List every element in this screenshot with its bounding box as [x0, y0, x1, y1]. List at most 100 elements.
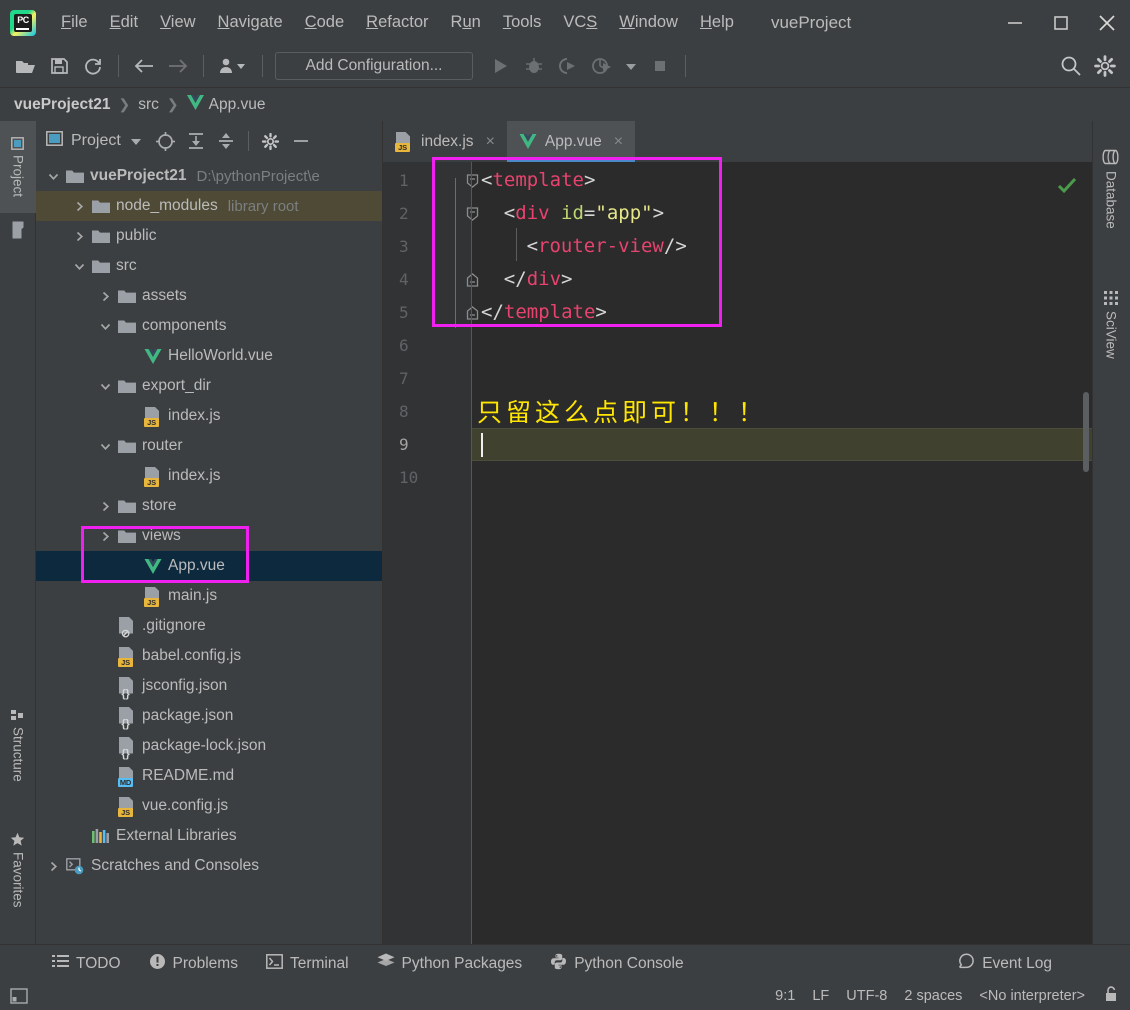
- chevron-right-icon[interactable]: [96, 281, 114, 311]
- unlocked-icon[interactable]: [1102, 985, 1120, 1008]
- tree-item-package-json[interactable]: {} package.json: [36, 701, 382, 731]
- tree-item-readme-md[interactable]: MD README.md: [36, 761, 382, 791]
- bottom-item-python-packages[interactable]: Python Packages: [363, 953, 537, 974]
- tree-item-store[interactable]: store: [36, 491, 382, 521]
- sidebar-item-structure[interactable]: Structure: [0, 691, 36, 799]
- indent-setting[interactable]: 2 spaces: [904, 988, 962, 1004]
- breadcrumb-project[interactable]: vueProject21: [14, 96, 111, 114]
- close-button[interactable]: [1084, 0, 1130, 45]
- menu-item-refactor[interactable]: Refactor: [355, 9, 439, 36]
- chevron-right-icon[interactable]: [70, 191, 88, 221]
- maximize-button[interactable]: [1038, 0, 1084, 45]
- debug-icon[interactable]: [517, 51, 551, 81]
- tree-item-public[interactable]: public: [36, 221, 382, 251]
- line-separator[interactable]: LF: [812, 988, 829, 1004]
- gear-icon[interactable]: [1088, 51, 1122, 81]
- green-check-icon[interactable]: [1056, 174, 1078, 201]
- chevron-down-icon[interactable]: [44, 161, 62, 191]
- menu-item-code[interactable]: Code: [294, 9, 355, 36]
- editor-tab-index-js[interactable]: JS index.js ×: [383, 121, 507, 162]
- hide-panel-icon[interactable]: [286, 127, 316, 155]
- run-icon[interactable]: [483, 51, 517, 81]
- menu-item-navigate[interactable]: Navigate: [207, 9, 294, 36]
- menu-item-file[interactable]: File: [50, 9, 99, 36]
- minimize-button[interactable]: [992, 0, 1038, 45]
- tree-item-helloworld-vue[interactable]: HelloWorld.vue: [36, 341, 382, 371]
- stop-icon[interactable]: [643, 51, 677, 81]
- tree-item-router[interactable]: router: [36, 431, 382, 461]
- menu-item-help[interactable]: Help: [689, 9, 745, 36]
- chevron-right-icon[interactable]: [96, 521, 114, 551]
- add-configuration-button[interactable]: Add Configuration...: [275, 52, 473, 80]
- tree-item-package-lock-json[interactable]: {} package-lock.json: [36, 731, 382, 761]
- editor-tab-app-vue[interactable]: App.vue ×: [506, 121, 636, 162]
- tree-item-src[interactable]: src: [36, 251, 382, 281]
- tree-item-app-vue[interactable]: App.vue: [36, 551, 382, 581]
- sidebar-item-database[interactable]: Database: [1092, 129, 1130, 249]
- project-folder-icon-rail[interactable]: [0, 213, 36, 247]
- code-editor[interactable]: 1 2 3 4 5 6 7 8 9 10 <template> <div id="app"> <rou…: [383, 162, 1092, 944]
- chevron-down-icon[interactable]: [70, 251, 88, 281]
- editor-vscrollbar[interactable]: [1083, 392, 1089, 472]
- profile-icon[interactable]: [585, 51, 619, 81]
- sidebar-item-project[interactable]: Project: [0, 121, 36, 213]
- menu-item-edit[interactable]: Edit: [99, 9, 149, 36]
- forward-icon[interactable]: [161, 51, 195, 81]
- tree-item-vueproject21[interactable]: vueProject21 D:\pythonProject\e: [36, 161, 382, 191]
- tree-item-assets[interactable]: assets: [36, 281, 382, 311]
- more-dropdown-icon[interactable]: [619, 51, 643, 81]
- menu-item-run[interactable]: Run: [440, 9, 492, 36]
- tree-item-node-modules[interactable]: node_modules library root: [36, 191, 382, 221]
- save-all-icon[interactable]: [42, 51, 76, 81]
- chevron-right-icon[interactable]: [44, 851, 62, 881]
- menu-item-view[interactable]: View: [149, 9, 206, 36]
- collapse-all-icon[interactable]: [211, 127, 241, 155]
- tree-item-export-dir[interactable]: export_dir: [36, 371, 382, 401]
- bottom-item-todo[interactable]: TODO: [38, 954, 135, 974]
- chevron-right-icon[interactable]: [70, 221, 88, 251]
- tree-item-vue-config-js[interactable]: JS vue.config.js: [36, 791, 382, 821]
- breadcrumb-file[interactable]: App.vue: [209, 96, 266, 114]
- bottom-item-terminal[interactable]: Terminal: [252, 953, 363, 974]
- search-icon[interactable]: [1054, 51, 1088, 81]
- expand-all-icon[interactable]: [181, 127, 211, 155]
- bottom-item-event-log[interactable]: Event Log: [944, 952, 1066, 975]
- breadcrumb-folder[interactable]: src: [138, 96, 159, 114]
- gear-icon[interactable]: [256, 127, 286, 155]
- back-icon[interactable]: [127, 51, 161, 81]
- crosshair-icon[interactable]: [151, 127, 181, 155]
- file-encoding[interactable]: UTF-8: [846, 988, 887, 1004]
- tree-item-gitignore[interactable]: ⊘ .gitignore: [36, 611, 382, 641]
- chevron-down-icon[interactable]: [121, 127, 151, 155]
- tree-item-main-js[interactable]: JS main.js: [36, 581, 382, 611]
- bottom-item-problems[interactable]: Problems: [135, 953, 252, 975]
- tree-item-views[interactable]: views: [36, 521, 382, 551]
- layout-icon[interactable]: [10, 987, 28, 1005]
- caret-position[interactable]: 9:1: [775, 988, 795, 1004]
- chevron-right-icon[interactable]: [96, 491, 114, 521]
- tree-item-scratches-and-consoles[interactable]: Scratches and Consoles: [36, 851, 382, 881]
- menu-item-vcs[interactable]: VCS: [552, 9, 608, 36]
- chevron-down-icon[interactable]: [96, 431, 114, 461]
- tree-item-index-js[interactable]: JS index.js: [36, 461, 382, 491]
- sidebar-item-favorites[interactable]: Favorites: [0, 811, 36, 929]
- vcs-operations-icon[interactable]: [212, 51, 254, 81]
- coverage-icon[interactable]: [551, 51, 585, 81]
- menu-item-tools[interactable]: Tools: [492, 9, 553, 36]
- chevron-down-icon[interactable]: [96, 371, 114, 401]
- sync-icon[interactable]: [76, 51, 110, 81]
- open-icon[interactable]: [8, 51, 42, 81]
- interpreter-selector[interactable]: <No interpreter>: [979, 988, 1085, 1004]
- tree-item-jsconfig-json[interactable]: {} jsconfig.json: [36, 671, 382, 701]
- close-icon[interactable]: ×: [486, 133, 495, 151]
- bottom-item-python-console[interactable]: Python Console: [536, 953, 697, 975]
- tree-item-babel-config-js[interactable]: JS babel.config.js: [36, 641, 382, 671]
- tree-item-external-libraries[interactable]: External Libraries: [36, 821, 382, 851]
- menu-item-window[interactable]: Window: [608, 9, 689, 36]
- close-icon[interactable]: ×: [614, 133, 623, 151]
- tree-item-components[interactable]: components: [36, 311, 382, 341]
- sidebar-item-sciview[interactable]: SciView: [1092, 271, 1130, 379]
- chevron-down-icon[interactable]: [96, 311, 114, 341]
- tree-item-index-js[interactable]: JS index.js: [36, 401, 382, 431]
